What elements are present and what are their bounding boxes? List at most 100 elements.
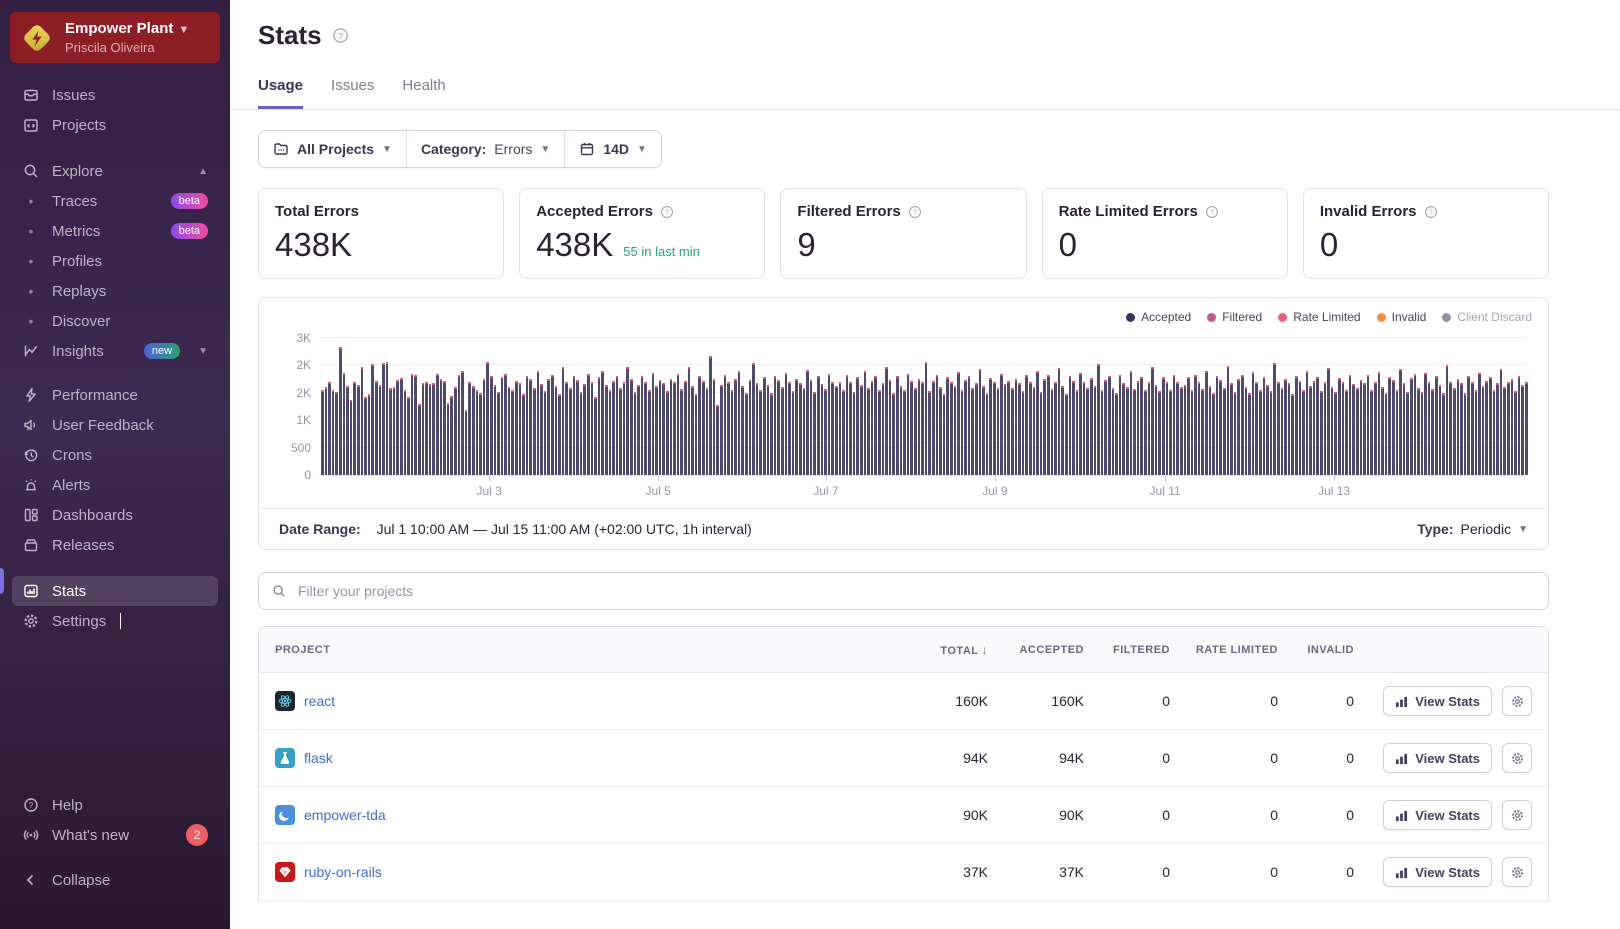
sidebar-item-help[interactable]: ? Help [12,790,218,820]
project-settings-button[interactable] [1502,686,1532,716]
chart-bar [1399,369,1402,475]
table-row: flask 94K 94K 0 0 0 View Stats [259,730,1548,787]
tab-usage[interactable]: Usage [258,77,303,109]
chart-bar [364,397,367,475]
sidebar-item-performance[interactable]: Performance [12,380,218,410]
chart-bar [461,371,464,475]
tab-health[interactable]: Health [402,77,445,109]
chart-bar [1245,387,1248,475]
accepted-cell: 90K [1004,807,1100,823]
chart-bar [1406,392,1409,475]
legend-item-filtered[interactable]: Filtered [1207,310,1262,324]
chart-bar [641,376,644,475]
help-circle-icon[interactable]: ? [660,205,674,219]
project-settings-button[interactable] [1502,857,1532,887]
sidebar-item-replays[interactable]: • Replays [12,276,218,306]
chart-bar [1079,373,1082,475]
usage-chart: 05001K2K2K3K [319,338,1526,476]
search-input[interactable] [296,582,1536,600]
sidebar-item-user-feedback[interactable]: User Feedback [12,410,218,440]
view-stats-button[interactable]: View Stats [1383,857,1492,887]
project-settings-button[interactable] [1502,800,1532,830]
sidebar-item-dashboards[interactable]: Dashboards [12,500,218,530]
sidebar-item-discover[interactable]: • Discover [12,306,218,336]
chart-bar [529,379,532,475]
chart-bar [1424,373,1427,475]
chevron-down-icon: ▼ [198,346,208,357]
dashboard-grid-icon [22,506,40,524]
sidebar-item-alerts[interactable]: Alerts [12,470,218,500]
column-header-rate-limited[interactable]: Rate Limited [1186,644,1294,656]
sidebar-item-whats-new[interactable]: What's new 2 [12,820,218,850]
sidebar-item-releases[interactable]: Releases [12,530,218,560]
chart-bar [781,387,784,475]
column-header-filtered[interactable]: Filtered [1100,644,1186,656]
legend-dot [1126,313,1135,322]
chart-bar [497,392,500,475]
chart-bar [979,369,982,475]
chart-bar [1065,394,1068,475]
view-stats-button[interactable]: View Stats [1383,743,1492,773]
chart-bar [709,356,712,475]
project-link[interactable]: ruby-on-rails [304,864,382,880]
sidebar-item-traces[interactable]: • Traces beta [12,186,218,216]
chart-bar [1043,379,1046,475]
chart-bar [407,397,410,475]
sidebar-item-stats[interactable]: Stats [12,576,218,606]
column-header-project[interactable]: Project [259,644,908,656]
legend-item-rate-limited[interactable]: Rate Limited [1278,310,1360,324]
sidebar-item-metrics[interactable]: • Metrics beta [12,216,218,246]
chart-bar [637,385,640,475]
chart-bar [1130,371,1133,475]
chart-bar [443,381,446,475]
project-link[interactable]: flask [304,750,333,766]
help-circle-icon[interactable]: ? [908,205,922,219]
type-dropdown[interactable]: Type: Periodic ▼ [1417,521,1528,537]
sidebar-item-crons[interactable]: Crons [12,440,218,470]
sidebar-item-label: Discover [52,313,110,330]
legend-item-client-discard[interactable]: Client Discard [1442,310,1532,324]
sidebar-item-profiles[interactable]: • Profiles [12,246,218,276]
chart-bar [619,388,622,475]
chart-bar [698,376,701,475]
sidebar-item-settings[interactable]: Settings [12,606,218,636]
sidebar-item-projects[interactable]: Projects [12,110,218,140]
project-filter-dropdown[interactable]: All Projects ▼ [259,131,406,167]
date-range-dropdown[interactable]: 14D ▼ [564,131,661,167]
project-link[interactable]: empower-tda [304,807,386,823]
chart-bar [734,379,737,475]
project-link[interactable]: react [304,693,335,709]
date-range-text: Jul 1 10:00 AM — Jul 15 11:00 AM (+02:00… [377,521,752,537]
chart-bar [1237,379,1240,475]
help-circle-icon[interactable]: ? [1424,205,1438,219]
legend-item-accepted[interactable]: Accepted [1126,310,1191,324]
sidebar-item-insights[interactable]: Insights new ▼ [12,336,218,366]
legend-item-invalid[interactable]: Invalid [1377,310,1427,324]
view-stats-button[interactable]: View Stats [1383,686,1492,716]
sidebar-item-issues[interactable]: Issues [12,80,218,110]
chart-bar [1507,382,1510,475]
column-header-invalid[interactable]: Invalid [1294,644,1370,656]
sidebar-collapse-button[interactable]: Collapse [12,865,218,895]
card-label: Rate Limited Errors [1059,203,1198,220]
category-filter-dropdown[interactable]: Category: Errors ▼ [406,131,564,167]
column-header-total[interactable]: Total↓ [908,643,1004,657]
chart-bar [1414,374,1417,475]
view-stats-button[interactable]: View Stats [1383,800,1492,830]
chart-bar [713,379,716,475]
chart-bar [691,386,694,475]
org-switcher[interactable]: Empower Plant▼ Priscila Oliveira [10,12,220,63]
chart-bar [1489,377,1492,475]
chart-bar [594,397,597,475]
tab-issues[interactable]: Issues [331,77,374,109]
help-circle-icon[interactable]: ? [1205,205,1219,219]
chart-bar [479,393,482,475]
chart-bar [587,374,590,475]
column-header-accepted[interactable]: Accepted [1004,644,1100,656]
help-circle-icon[interactable]: ? [332,27,349,44]
project-settings-button[interactable] [1502,743,1532,773]
chart-bar [914,388,917,475]
chart-bar [1316,377,1319,475]
sidebar-item-explore[interactable]: Explore ▲ [12,156,218,186]
chart-bar [770,393,773,475]
